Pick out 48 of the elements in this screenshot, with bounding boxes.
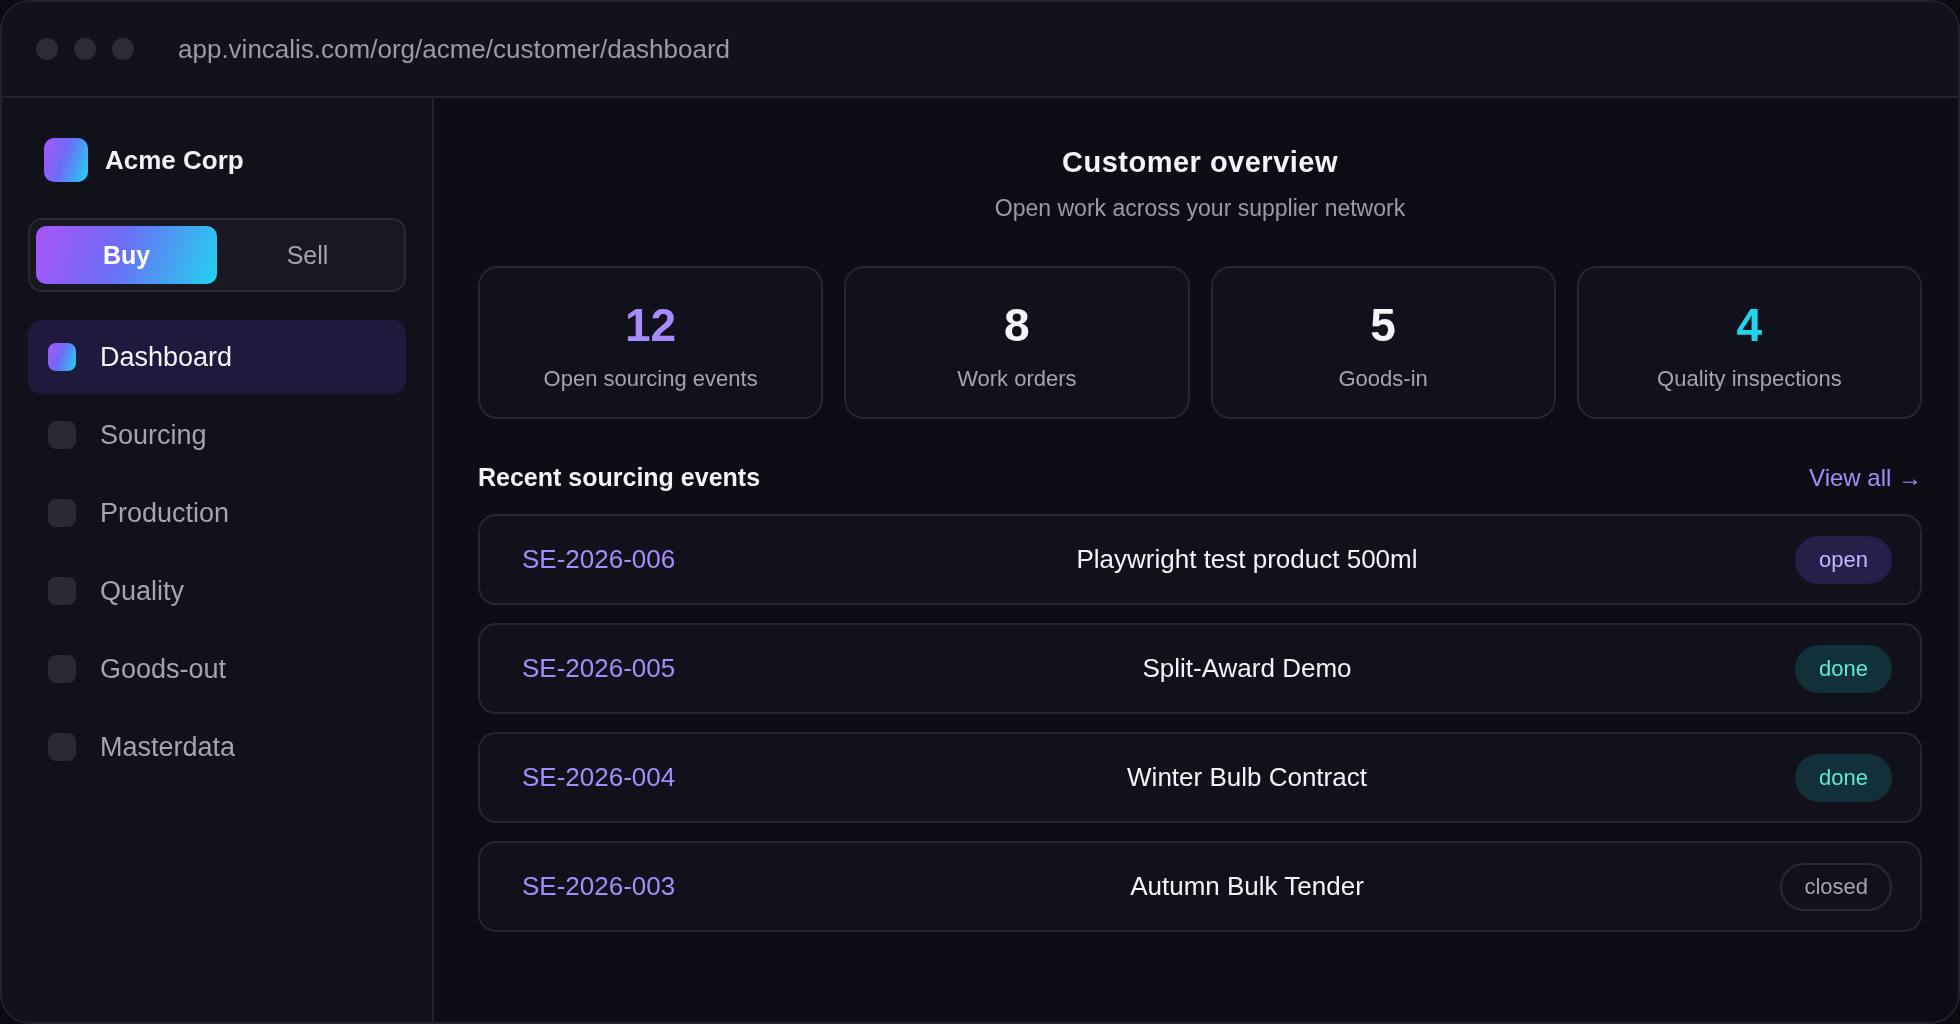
nav-label: Goods-out: [100, 653, 227, 685]
window-dot-icon[interactable]: [112, 38, 134, 60]
stat-value: 5: [1370, 301, 1396, 348]
event-name: Playwright test product 500ml: [1076, 544, 1418, 575]
event-name: Winter Bulb Contract: [1127, 762, 1367, 793]
stat-value: 4: [1736, 301, 1763, 348]
event-row[interactable]: SE-2026-005 Split-Award Demo done: [478, 623, 1922, 714]
stat-label: Quality inspections: [1657, 365, 1842, 392]
event-id: SE-2026-006: [522, 544, 676, 575]
page-title: Customer overview: [1060, 146, 1339, 179]
event-row[interactable]: SE-2026-004 Winter Bulb Contract done: [478, 732, 1922, 823]
window-dot-icon[interactable]: [74, 38, 96, 60]
window-dot-icon[interactable]: [36, 38, 58, 60]
status-badge: closed: [1780, 862, 1892, 911]
stat-value: 12: [625, 301, 677, 348]
event-name: Split-Award Demo: [1142, 653, 1352, 684]
org-name: Acme Corp: [105, 144, 244, 176]
view-all-link[interactable]: View all →: [1809, 463, 1922, 492]
mode-tab[interactable]: Sell: [217, 226, 398, 284]
page-subtitle: Open work across your supplier network: [993, 195, 1407, 222]
logo-icon: [44, 138, 88, 182]
mode-tab[interactable]: Buy: [36, 226, 217, 284]
status-badge: open: [1795, 535, 1892, 584]
stat-label: Open sourcing events: [543, 365, 758, 392]
event-row[interactable]: SE-2026-003 Autumn Bulk Tender closed: [478, 841, 1922, 932]
status-badge: done: [1795, 753, 1892, 802]
nav-item[interactable]: Quality: [28, 554, 406, 628]
nav-label: Sourcing: [100, 419, 207, 451]
event-name: Autumn Bulk Tender: [1130, 871, 1364, 902]
stat-label: Goods-in: [1338, 365, 1428, 392]
nav-item[interactable]: Production: [28, 476, 406, 550]
section-title: Recent sourcing events: [478, 463, 761, 492]
nav-item[interactable]: Masterdata: [28, 710, 406, 784]
stat-value: 8: [1004, 301, 1030, 348]
nav-item[interactable]: Dashboard: [28, 320, 406, 394]
nav-label: Production: [100, 497, 230, 529]
nav-item[interactable]: Goods-out: [28, 632, 406, 706]
event-id: SE-2026-004: [522, 762, 676, 793]
nav-label: Quality: [100, 575, 185, 607]
event-id: SE-2026-003: [522, 871, 676, 902]
nav-item[interactable]: Sourcing: [28, 398, 406, 472]
nav-label: Masterdata: [100, 731, 236, 763]
nav-label: Dashboard: [100, 341, 233, 373]
event-id: SE-2026-005: [522, 653, 676, 684]
event-row[interactable]: SE-2026-006 Playwright test product 500ml open: [478, 514, 1922, 605]
stat-label: Work orders: [957, 365, 1077, 392]
status-badge: done: [1795, 644, 1892, 693]
address-text: app.vincalis.com/org/acme/customer/dashboard: [178, 33, 731, 65]
